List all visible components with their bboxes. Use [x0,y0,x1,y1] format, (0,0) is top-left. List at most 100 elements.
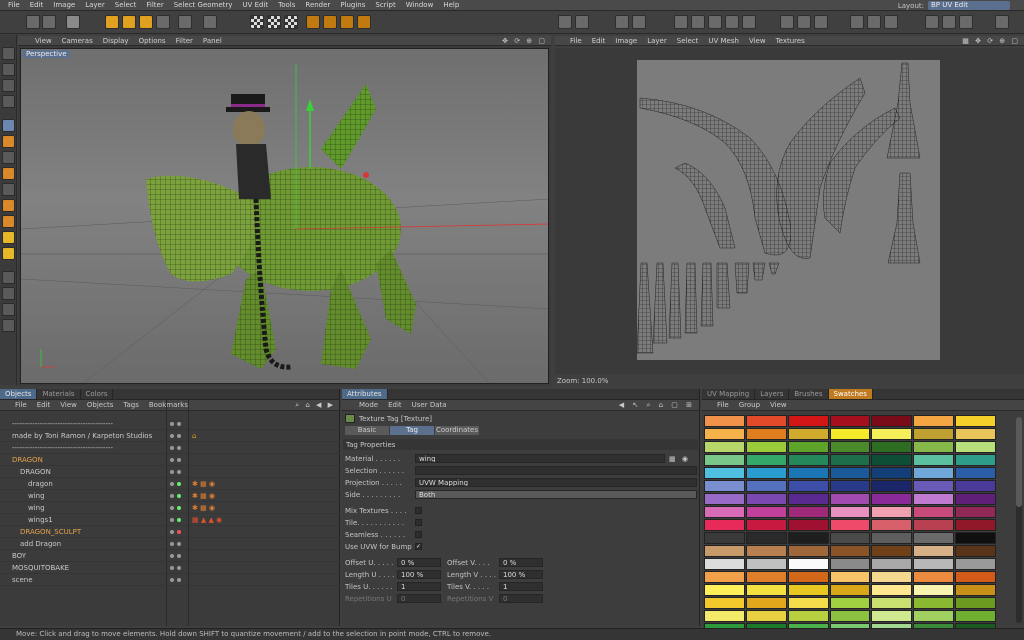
color-swatch[interactable] [955,545,996,557]
color-swatch[interactable] [913,519,955,531]
menu-layer[interactable]: Layer [80,1,110,9]
menu-edit[interactable]: Edit [25,1,49,9]
magic-wand-icon[interactable] [2,303,15,316]
uv-tool-13-icon[interactable] [850,15,864,29]
color-swatch[interactable] [745,415,787,427]
color-swatch[interactable] [871,428,913,440]
color-swatch[interactable] [829,597,871,609]
color-swatch[interactable] [955,597,996,609]
color-swatch[interactable] [913,584,955,596]
color-swatch[interactable] [745,558,787,570]
menu-filter[interactable]: Filter [141,1,168,9]
tab-colors[interactable]: Colors [81,389,114,399]
color-swatch[interactable] [871,545,913,557]
uv-nav-icons[interactable]: ▦ ✥ ⟳ ⊕ ▢ [962,37,1024,45]
uvw-bump-checkbox[interactable]: ✓ [415,543,422,550]
offset-u-field[interactable]: 0 % [397,558,441,567]
rotate-icon[interactable] [139,15,153,29]
color-swatch[interactable] [871,441,913,453]
color-swatch[interactable] [913,467,955,479]
redo-icon[interactable] [42,15,56,29]
color-swatch[interactable] [913,532,955,544]
color-swatch[interactable] [955,467,996,479]
tag-icons[interactable]: ✱ ▦ ◉ [192,492,215,500]
recent-tool-icon[interactable] [156,15,170,29]
tab-brushes[interactable]: Brushes [789,389,829,399]
tab-uv-mapping[interactable]: UV Mapping [702,389,756,399]
repetitions-u-field[interactable]: 0 [397,594,441,603]
tree-row[interactable]: MOSQUITOBAKE [0,562,340,574]
color-swatch[interactable] [787,454,829,466]
color-swatch[interactable] [704,428,745,440]
uv-tool-2-icon[interactable] [575,15,589,29]
uv-menu-image[interactable]: Image [610,37,642,45]
menu-help[interactable]: Help [438,1,464,9]
color-swatch[interactable] [787,610,829,622]
uv-menu-file[interactable]: File [565,37,587,45]
color-swatch[interactable] [787,545,829,557]
color-swatch[interactable] [871,480,913,492]
color-swatch[interactable] [829,441,871,453]
side-dropdown[interactable]: Both [415,490,697,499]
dodge-icon[interactable] [2,199,15,212]
plane-icon[interactable] [357,15,371,29]
color-swatch[interactable] [745,480,787,492]
eyedropper-icon[interactable] [2,271,15,284]
color-swatch[interactable] [913,454,955,466]
uv-tool-11-icon[interactable] [797,15,811,29]
uv-menu-edit[interactable]: Edit [587,37,611,45]
color-swatch[interactable] [871,597,913,609]
tree-row[interactable]: add Dragon [0,538,340,550]
color-swatch[interactable] [871,493,913,505]
color-swatch[interactable] [829,519,871,531]
render-view-icon[interactable] [250,15,264,29]
tag-icons[interactable]: ▦ ▲ ▲ ◉ [192,516,222,524]
color-swatch[interactable] [955,441,996,453]
color-swatch[interactable] [787,480,829,492]
eraser-icon[interactable] [2,151,15,164]
color-swatch[interactable] [787,415,829,427]
render-picture-viewer-icon[interactable] [267,15,281,29]
menu-select-geometry[interactable]: Select Geometry [169,1,238,9]
color-swatch[interactable] [871,467,913,479]
color-swatch[interactable] [704,519,745,531]
viewport-menu-options[interactable]: Options [134,37,171,45]
uv-menu-select[interactable]: Select [672,37,704,45]
color-swatch[interactable] [871,532,913,544]
uv-menu-layer[interactable]: Layer [642,37,672,45]
color-swatch[interactable] [787,571,829,583]
uv-tool-15-icon[interactable] [884,15,898,29]
color-swatch[interactable] [745,545,787,557]
uv-tool-8-icon[interactable] [725,15,739,29]
objects-menu-objects[interactable]: Objects [82,401,118,409]
tab-swatches[interactable]: Swatches [828,389,873,399]
uv-tool-3-icon[interactable] [615,15,629,29]
move-icon[interactable] [105,15,119,29]
tree-row[interactable]: DRAGON_SCULPT [0,526,340,538]
uv-tool-1-icon[interactable] [558,15,572,29]
color-swatch[interactable] [745,441,787,453]
color-swatch[interactable] [704,480,745,492]
objects-menu-bookmarks[interactable]: Bookmarks [144,401,193,409]
color-swatch[interactable] [955,493,996,505]
color-swatch[interactable] [704,454,745,466]
lock-icon[interactable]: ⌂ [192,432,196,440]
subtab-basic[interactable]: Basic [345,426,389,435]
color-swatch[interactable] [913,506,955,518]
length-u-field[interactable]: 100 % [397,570,441,579]
color-swatch[interactable] [704,532,745,544]
color-swatch[interactable] [745,597,787,609]
color-swatch[interactable] [829,584,871,596]
color-swatch[interactable] [913,441,955,453]
uv-tool-4-icon[interactable] [632,15,646,29]
color-swatch[interactable] [913,493,955,505]
material-field[interactable]: wing [415,454,665,463]
color-swatch[interactable] [704,415,745,427]
uv-tool-14-icon[interactable] [867,15,881,29]
color-swatch[interactable] [787,467,829,479]
viewport-menu-filter[interactable]: Filter [171,37,198,45]
objects-menu-view[interactable]: View [55,401,82,409]
fill-icon[interactable] [2,135,15,148]
workplane-icon[interactable] [2,95,15,108]
brush-icon[interactable] [2,119,15,132]
